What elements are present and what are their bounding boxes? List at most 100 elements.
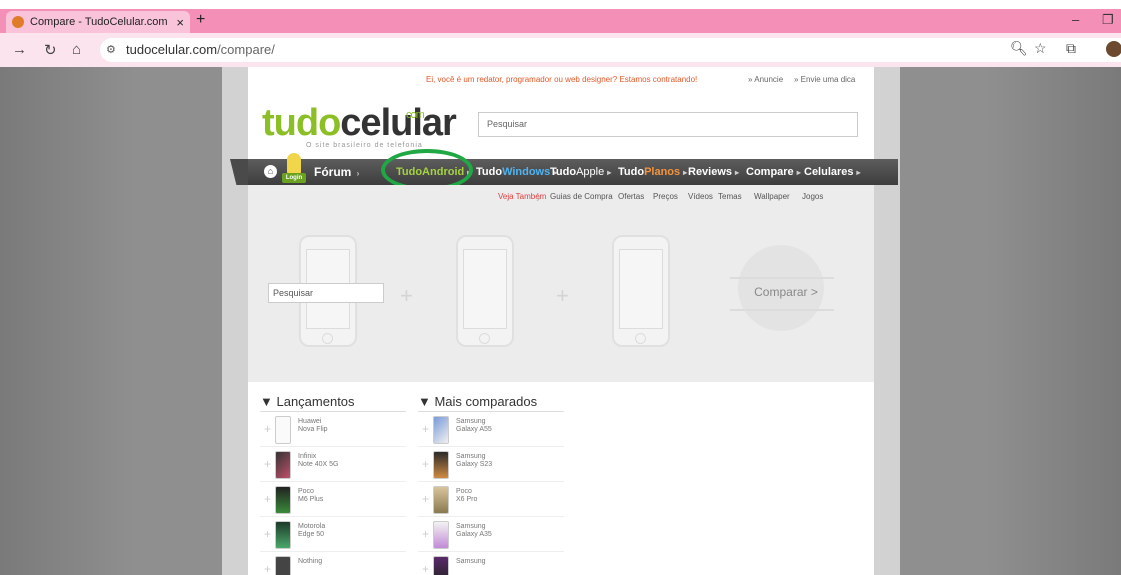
phone-thumbnail [275, 451, 291, 479]
lancamentos-column: ▼ Lançamentos + Huawei Nova Flip + Infinix N… [260, 394, 406, 575]
minimize-icon[interactable]: – [1072, 12, 1079, 27]
list-item[interactable]: + Motorola Edge 50 [260, 517, 406, 552]
phone-brand: Poco [456, 488, 472, 495]
add-icon[interactable]: + [264, 562, 271, 575]
list-item[interactable]: + Samsung [418, 552, 564, 575]
tab-bar: Compare - TudoCelular.com × + – ❐ [0, 9, 1121, 33]
divider [730, 309, 834, 311]
phone-model: Galaxy A55 [456, 426, 492, 433]
url-host: tudocelular.com [126, 42, 218, 57]
phone-thumbnail [433, 486, 449, 514]
compare-search-input[interactable]: Pesquisar [268, 283, 384, 303]
subnav-jogos[interactable]: Jogos [802, 192, 823, 201]
window-top-edge [0, 0, 1121, 9]
phone-thumbnail [433, 416, 449, 444]
list-item[interactable]: + Samsung Galaxy A35 [418, 517, 564, 552]
favicon-icon [12, 16, 24, 28]
add-icon[interactable]: + [422, 422, 429, 436]
phone-model: Edge 50 [298, 531, 325, 538]
add-icon[interactable]: + [422, 562, 429, 575]
phone-screen [463, 249, 507, 329]
phone-thumbnail [275, 556, 291, 575]
site-lower: Veja Também › Guias de Compra Ofertas Pr… [248, 67, 874, 575]
subnav-ofertas[interactable]: Ofertas [618, 192, 644, 201]
phone-thumbnail [275, 416, 291, 444]
phone-brand: Poco [298, 488, 314, 495]
list-item[interactable]: + Huawei Nova Flip [260, 412, 406, 447]
list-item[interactable]: + Poco M6 Plus [260, 482, 406, 517]
extensions-icon[interactable]: ⧉ [1066, 40, 1076, 57]
add-icon[interactable]: + [422, 527, 429, 541]
bookmark-star-icon[interactable]: ☆ [1034, 40, 1047, 57]
list-item[interactable]: + Nothing [260, 552, 406, 575]
forward-icon[interactable]: → [12, 41, 27, 58]
subnav-temas[interactable]: Temas [718, 192, 742, 201]
phone-brand: Nothing [298, 558, 323, 565]
close-tab-icon[interactable]: × [176, 15, 184, 30]
url-path: /compare/ [217, 42, 275, 57]
tab-title: Compare - TudoCelular.com [30, 16, 168, 28]
url-field[interactable]: ⚙ tudocelular.com/compare/ [100, 38, 1121, 62]
new-tab-button[interactable]: + [196, 11, 205, 29]
profile-avatar[interactable] [1106, 41, 1121, 57]
browser-tab[interactable]: Compare - TudoCelular.com × [6, 11, 190, 33]
list-item[interactable]: + Poco X6 Pro [418, 482, 564, 517]
page-viewport: Ei, você é um redator, programador ou we… [0, 67, 1121, 575]
phone-brand: Samsung [456, 453, 486, 460]
phone-screen [619, 249, 663, 329]
phone-brand: Samsung [456, 523, 486, 530]
list-item[interactable]: + Infinix Note 40X 5G [260, 447, 406, 482]
phone-thumbnail [433, 521, 449, 549]
phone-button [479, 333, 490, 344]
phone-model: Galaxy A35 [456, 531, 492, 538]
address-bar: → ↻ ⌂ ⚙ tudocelular.com/compare/ 🔍︎ ☆ ⧉ [0, 33, 1121, 67]
compare-area: Pesquisar + + Comparar > [248, 209, 874, 382]
mais-comparados-column: ▼ Mais comparados + Samsung Galaxy A55 + Sa… [418, 394, 564, 575]
maximize-icon[interactable]: ❐ [1102, 12, 1114, 28]
home-icon[interactable]: ⌂ [72, 41, 81, 58]
add-icon[interactable]: + [264, 492, 271, 506]
plus-icon: + [400, 283, 413, 308]
phone-model: Nova Flip [298, 426, 328, 433]
phone-button [322, 333, 333, 344]
phone-brand: Huawei [298, 418, 322, 425]
lancamentos-title[interactable]: ▼ Lançamentos [260, 394, 406, 412]
subnav-guias[interactable]: Guias de Compra [550, 192, 613, 201]
phone-thumbnail [275, 486, 291, 514]
phone-model: Note 40X 5G [298, 461, 339, 468]
phone-model: Galaxy S23 [456, 461, 493, 468]
phone-lists: ▼ Lançamentos + Huawei Nova Flip + Infinix N… [248, 382, 874, 575]
list-item[interactable]: + Samsung Galaxy S23 [418, 447, 564, 482]
phone-slot-2[interactable] [456, 235, 514, 347]
add-icon[interactable]: + [422, 492, 429, 506]
phone-thumbnail [433, 556, 449, 575]
comparar-button[interactable]: Comparar > [734, 285, 838, 299]
site-info-icon[interactable]: ⚙ [106, 38, 116, 62]
phone-model: X6 Pro [456, 496, 478, 503]
phone-slot-3[interactable] [612, 235, 670, 347]
phone-brand: Samsung [456, 418, 486, 425]
add-icon[interactable]: + [264, 422, 271, 436]
subnav-separator: › [536, 189, 541, 205]
right-margin [874, 67, 900, 575]
plus-icon: + [556, 283, 569, 308]
subnav-videos[interactable]: Vídeos [688, 192, 713, 201]
reload-icon[interactable]: ↻ [44, 41, 57, 59]
phone-thumbnail [433, 451, 449, 479]
phone-model: M6 Plus [298, 496, 324, 503]
add-icon[interactable]: + [422, 457, 429, 471]
subnav-wallpaper[interactable]: Wallpaper [754, 192, 790, 201]
left-margin [222, 67, 248, 575]
subnav-precos[interactable]: Preços [653, 192, 678, 201]
mais-comparados-title[interactable]: ▼ Mais comparados [418, 394, 564, 412]
list-item[interactable]: + Samsung Galaxy A55 [418, 412, 564, 447]
zoom-icon[interactable]: 🔍︎ [1010, 40, 1028, 57]
add-icon[interactable]: + [264, 457, 271, 471]
divider [730, 277, 834, 279]
sub-navbar: Veja Também › Guias de Compra Ofertas Pr… [248, 185, 874, 209]
phone-button [635, 333, 646, 344]
phone-brand: Samsung [456, 558, 486, 565]
phone-thumbnail [275, 521, 291, 549]
add-icon[interactable]: + [264, 527, 271, 541]
phone-brand: Infinix [298, 453, 317, 460]
